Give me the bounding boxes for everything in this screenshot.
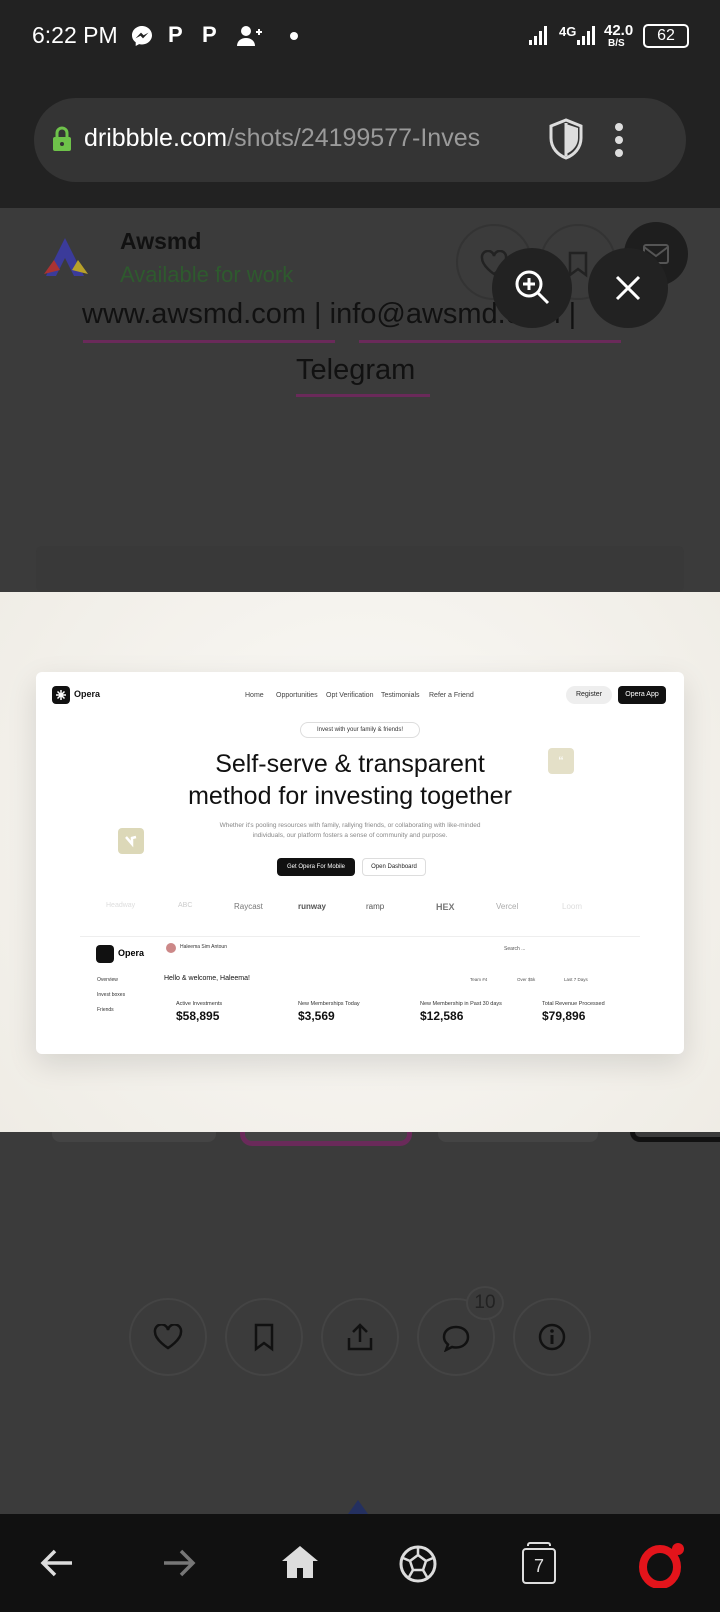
dash-logo-icon [96, 945, 114, 963]
zoom-button[interactable] [492, 248, 572, 328]
logo-ramp: ramp [366, 902, 385, 911]
logo-raycast: Raycast [234, 902, 263, 911]
dash-search: Search ... [504, 946, 526, 952]
close-button[interactable] [588, 248, 668, 328]
stat-label: Total Revenue Processed [542, 1001, 605, 1007]
signal-icon-2 [576, 24, 598, 46]
preview-header-ghost [36, 546, 684, 592]
mock-nav-refer: Refer a Friend [429, 692, 474, 699]
link-underline-2 [359, 340, 621, 343]
logo-loom: Loom [562, 902, 583, 911]
shield-icon[interactable] [548, 118, 584, 160]
home-icon[interactable] [280, 1544, 320, 1580]
quote-icon: “ [548, 748, 574, 774]
signal-icon [528, 24, 550, 46]
like-button[interactable] [129, 1298, 207, 1376]
battery-icon: 62 [643, 24, 689, 48]
mock-app-button: Opera App [618, 686, 666, 704]
designer-name[interactable]: Awsmd [120, 228, 201, 255]
browser-bottom-bar: 7 [0, 1514, 720, 1612]
dash-nav-friends: Friends [97, 1007, 114, 1013]
battery-level: 62 [657, 27, 675, 44]
mock-tagline-pill: Invest with your family & friends! [300, 722, 420, 738]
logo-abc: ABC [178, 902, 193, 909]
logo-vercel: Vercel [496, 902, 519, 911]
link-underline-3 [296, 394, 430, 397]
link-underline [83, 340, 335, 343]
mock-cta-mobile: Get Opera For Mobile [277, 858, 355, 876]
dash-brand: Opera [118, 948, 145, 958]
status-time: 6:22 PM [32, 22, 118, 48]
mock-dashboard: Opera Overview Invest boxes Friends Hale… [80, 936, 640, 1054]
stat-label: Active Investments [176, 1001, 223, 1007]
url-path: /shots/24199577-Inves [227, 124, 481, 152]
mock-brand: Opera [74, 689, 101, 699]
tabs-button[interactable]: 7 [522, 1542, 556, 1584]
logo-hex: HEX [436, 902, 455, 912]
status-bar: 6:22 PM P P 4G 42.0 B/S 62 [0, 0, 720, 72]
dash-user-name: Haleema Sim Antoun [180, 944, 227, 950]
dash-filter-amount: Over $5k [517, 977, 536, 982]
lock-icon [52, 126, 72, 152]
stat-label: New Memberships Today [298, 1001, 360, 1007]
network-type: 4G [559, 24, 577, 39]
mock-headline-2: method for investing together [188, 782, 512, 810]
dash-filter-period: Last 7 Days [564, 977, 588, 982]
messenger-icon [130, 24, 154, 48]
back-icon[interactable] [40, 1548, 74, 1578]
designer-logo [38, 234, 92, 282]
stat-value: $58,895 [176, 1009, 220, 1023]
mock-nav-home: Home [245, 692, 264, 699]
net-speed: 42.0 [604, 22, 634, 39]
soccer-ball-icon[interactable] [398, 1544, 438, 1584]
more-options-icon[interactable] [614, 122, 624, 158]
availability-status: Available for work [120, 262, 294, 287]
dash-welcome: Hello & welcome, Haleema! [164, 975, 250, 982]
scroll-indicator [348, 1500, 368, 1514]
comment-count-badge: 10 [466, 1286, 504, 1320]
stat-value: $79,896 [542, 1009, 586, 1023]
url-text[interactable]: dribbble.com/shots/24199577-Inves [84, 124, 534, 153]
address-bar[interactable]: dribbble.com/shots/24199577-Inves [34, 98, 686, 182]
tabs-count: 7 [522, 1548, 556, 1584]
telegram-link[interactable]: Telegram [296, 354, 415, 387]
mock-cta-dashboard: Open Dashboard [362, 858, 426, 876]
share-button[interactable] [321, 1298, 399, 1376]
url-domain: dribbble.com [84, 124, 228, 152]
stat-label: New Membership in Past 30 days [420, 1001, 502, 1007]
person-add-icon [236, 24, 262, 48]
info-button[interactable] [513, 1298, 591, 1376]
p-app-icon: P [168, 22, 183, 47]
logo-headway: Headway [106, 902, 136, 909]
tabs-stack-edge [527, 1542, 551, 1546]
mock-website-card: Opera Home Opportunities Opt Verificatio… [36, 672, 684, 1054]
net-speed-unit: B/S [608, 38, 625, 49]
stat-value: $12,586 [420, 1009, 464, 1023]
opera-logo-icon [52, 686, 70, 704]
opera-menu-icon[interactable] [638, 1542, 686, 1588]
mock-register-button: Register [566, 686, 612, 704]
dot-indicator [290, 32, 298, 40]
stat-value: $3,569 [298, 1009, 335, 1023]
dash-filter-team: Team #4 [470, 977, 488, 982]
mock-nav-testimonials: Testimonials [381, 692, 420, 699]
dash-avatar [166, 943, 176, 953]
arrow-icon [118, 828, 144, 854]
logo-runway: runway [298, 902, 327, 911]
p-app-icon-2: P [202, 22, 217, 47]
dash-nav-overview: Overview [97, 977, 118, 983]
dash-nav-invest: Invest boxes [97, 992, 126, 998]
mock-nav-verification: Opt Verification [326, 692, 374, 699]
mock-nav-opportunities: Opportunities [276, 692, 318, 699]
bookmark-button[interactable] [225, 1298, 303, 1376]
forward-icon[interactable] [162, 1548, 196, 1578]
